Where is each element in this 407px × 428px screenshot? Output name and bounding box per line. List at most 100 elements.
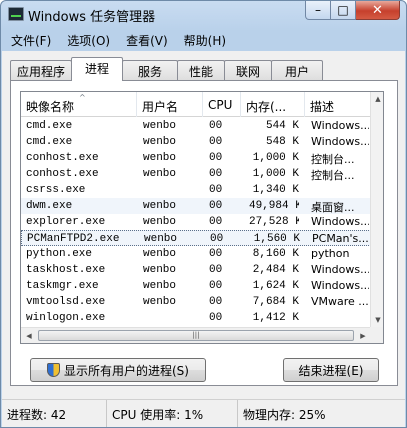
scroll-left-icon[interactable]: ◀ (22, 329, 36, 343)
process-description-cell: PCMan's... (312, 232, 369, 245)
window-title: Windows 任务管理器 (28, 10, 156, 25)
process-description-cell: 桌面窗... (311, 201, 355, 214)
process-cpu-cell: 00 (209, 120, 223, 132)
task-manager-icon (8, 7, 24, 21)
process-cpu-cell: 00 (209, 312, 223, 324)
process-memory-cell: 49,984 K (249, 200, 299, 212)
process-name-cell: vmtoolsd.exe (26, 296, 106, 308)
process-cpu-cell: 00 (209, 136, 223, 148)
close-icon: ✕ (372, 2, 383, 18)
process-user-cell: wenbo (143, 120, 177, 132)
status-physical-memory: 物理内存: 25% (243, 408, 326, 422)
process-cpu-cell: 00 (209, 200, 223, 212)
process-cpu-cell: 00 (209, 168, 223, 180)
process-row[interactable]: dwm.exe wenbo 00 49,984 K 桌面窗... (21, 198, 371, 214)
tab-processes[interactable]: 进程 (71, 57, 123, 81)
process-name-cell: conhost.exe (26, 152, 99, 164)
scroll-grip-icon: ||| (192, 331, 200, 339)
process-user-cell: wenbo (143, 248, 177, 260)
process-memory-cell: 1,624 K (252, 280, 299, 292)
end-process-button[interactable]: 结束进程(E) (283, 358, 379, 382)
process-row[interactable]: vmtoolsd.exe wenbo 00 7,684 K VMware ... (21, 294, 371, 310)
column-user-name[interactable]: 用户名 (137, 92, 203, 117)
column-description[interactable]: 描述 (305, 92, 371, 117)
process-cpu-cell: 00 (210, 233, 224, 245)
process-memory-cell: 7,684 K (252, 296, 299, 308)
process-cpu-cell: 00 (209, 152, 223, 164)
process-list[interactable]: 映像名称 ^ 用户名 CPU 内存(... 描述 cmd.exe wenbo 00 5… (20, 91, 384, 344)
column-image-name[interactable]: 映像名称 ^ (21, 92, 137, 117)
vertical-scrollbar[interactable]: ▲ ▼ (370, 92, 383, 327)
process-row[interactable]: conhost.exe wenbo 00 1,000 K 控制台... (21, 150, 371, 166)
process-user-cell: wenbo (143, 264, 177, 276)
status-cpu-usage: CPU 使用率: 1% (107, 400, 238, 427)
minimize-button[interactable]: – (305, 1, 331, 20)
process-name-cell: taskhost.exe (26, 264, 106, 276)
process-row[interactable]: winlogon.exe 00 1,412 K (21, 310, 371, 326)
scroll-up-icon[interactable]: ▲ (371, 92, 383, 106)
process-user-cell: wenbo (143, 136, 177, 148)
process-cpu-cell: 00 (209, 216, 223, 228)
process-user-cell: wenbo (143, 200, 177, 212)
process-description-cell: Windows... (311, 215, 369, 228)
menu-help[interactable]: 帮助(H) (176, 30, 234, 51)
horizontal-scroll-thumb[interactable]: ||| (38, 330, 354, 341)
process-name-cell: dwm.exe (26, 200, 73, 212)
tab-networking[interactable]: 联网 (224, 60, 272, 80)
process-memory-cell: 27,528 K (249, 216, 299, 228)
tab-users[interactable]: 用户 (271, 60, 323, 80)
horizontal-scrollbar[interactable]: ◀ ||| ▶ (21, 327, 371, 343)
process-row[interactable]: explorer.exe wenbo 00 27,528 K Windows... (21, 214, 371, 230)
process-cpu-cell: 00 (209, 248, 223, 260)
column-cpu[interactable]: CPU (203, 92, 241, 117)
process-cpu-cell: 00 (209, 264, 223, 276)
sort-ascending-icon: ^ (79, 93, 86, 102)
maximize-button[interactable]: □ (331, 1, 356, 20)
process-row[interactable]: taskmgr.exe wenbo 00 1,624 K Windows... (21, 278, 371, 294)
process-description-cell: VMware ... (311, 295, 369, 308)
process-description-cell: Windows... (311, 263, 369, 276)
tab-applications[interactable]: 应用程序 (10, 60, 72, 80)
column-image-name-label: 映像名称 (26, 100, 75, 114)
show-all-users-button[interactable]: 显示所有用户的进程(S) (30, 358, 206, 382)
process-row[interactable]: cmd.exe wenbo 00 544 K Windows... (21, 118, 371, 134)
process-name-cell: conhost.exe (26, 168, 99, 180)
tab-performance[interactable]: 性能 (177, 60, 225, 80)
process-memory-cell: 8,160 K (252, 248, 299, 260)
title-bar[interactable]: Windows 任务管理器 – □ ✕ (1, 1, 406, 29)
process-row[interactable]: cmd.exe wenbo 00 548 K Windows... (21, 134, 371, 150)
process-user-cell: wenbo (143, 216, 177, 228)
scrollbar-corner (370, 327, 383, 343)
process-cpu-cell: 00 (209, 296, 223, 308)
window-controls: – □ ✕ (305, 1, 400, 21)
close-button[interactable]: ✕ (356, 1, 400, 20)
menu-options[interactable]: 选项(O) (59, 30, 118, 51)
menu-view[interactable]: 查看(V) (118, 30, 176, 51)
process-memory-cell: 1,000 K (252, 152, 299, 164)
process-row[interactable]: conhost.exe wenbo 00 1,000 K 控制台... (21, 166, 371, 182)
menu-bar: 文件(F) 选项(O) 查看(V) 帮助(H) (1, 30, 406, 51)
menu-file[interactable]: 文件(F) (3, 30, 59, 51)
column-memory[interactable]: 内存(... (241, 92, 305, 117)
process-row[interactable]: taskhost.exe wenbo 00 2,484 K Windows... (21, 262, 371, 278)
process-cpu-cell: 00 (209, 280, 223, 292)
scroll-right-icon[interactable]: ▶ (356, 329, 370, 343)
process-user-cell: wenbo (143, 152, 177, 164)
process-memory-cell: 1,340 K (252, 184, 299, 196)
process-memory-cell: 1,412 K (252, 312, 299, 324)
process-memory-cell: 1,560 K (253, 233, 300, 245)
process-row[interactable]: csrss.exe 00 1,340 K (21, 182, 371, 198)
process-row[interactable]: PCManFTPD2.exe wenbo 00 1,560 K PCMan's... (21, 230, 371, 246)
process-memory-cell: 2,484 K (252, 264, 299, 276)
tab-services[interactable]: 服务 (122, 60, 178, 80)
process-name-cell: cmd.exe (26, 136, 73, 148)
process-memory-cell: 1,000 K (252, 168, 299, 180)
process-name-cell: explorer.exe (26, 216, 106, 228)
uac-shield-icon (47, 363, 60, 377)
process-row[interactable]: python.exe wenbo 00 8,160 K python (21, 246, 371, 262)
process-user-cell: wenbo (144, 233, 178, 245)
process-rows: cmd.exe wenbo 00 544 K Windows... cmd.exe wenb… (21, 118, 371, 326)
process-user-cell: wenbo (143, 280, 177, 292)
scroll-down-icon[interactable]: ▼ (371, 313, 383, 327)
process-name-cell: python.exe (26, 248, 93, 260)
